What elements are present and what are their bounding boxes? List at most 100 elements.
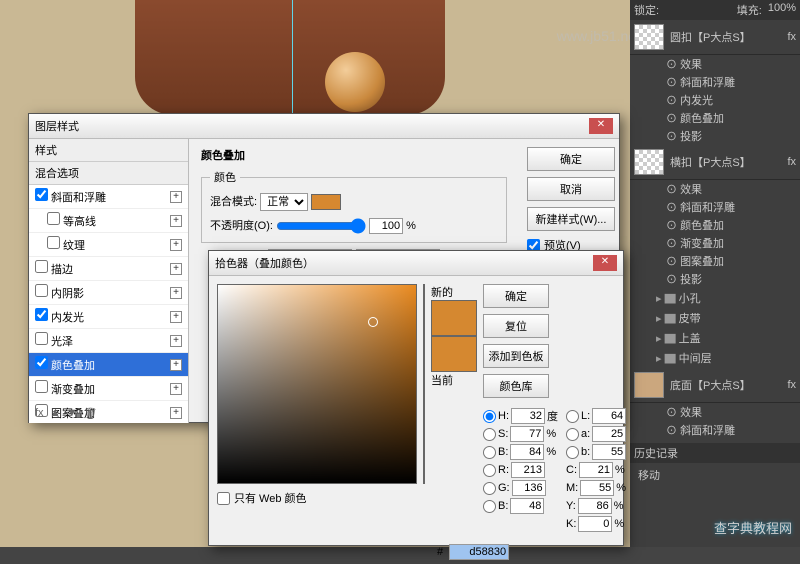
color-lib-button[interactable]: 颜色库 [483, 374, 549, 398]
h-input[interactable] [511, 408, 545, 424]
style-checkbox[interactable] [35, 380, 48, 393]
color-swatch[interactable] [311, 194, 341, 210]
b2-radio[interactable] [566, 446, 579, 459]
plus-icon[interactable]: + [170, 239, 182, 251]
blend-select[interactable]: 正常 [260, 193, 308, 211]
plus-icon[interactable]: + [170, 215, 182, 227]
list-header[interactable]: 混合选项 [29, 162, 188, 185]
fx-item[interactable]: 图案叠加 [630, 252, 800, 270]
plus-icon[interactable]: + [170, 335, 182, 347]
bb-input[interactable] [510, 498, 544, 514]
folder-row[interactable]: 皮带 [630, 308, 800, 328]
color-field[interactable] [217, 284, 417, 484]
hue-slider[interactable] [423, 284, 425, 484]
bb-radio[interactable] [483, 500, 496, 513]
l-radio[interactable] [566, 410, 579, 423]
plus-icon[interactable]: + [170, 407, 182, 419]
fx-item[interactable]: 渐变叠加 [630, 234, 800, 252]
r-input[interactable] [511, 462, 545, 478]
fx-icon[interactable]: fx [35, 407, 44, 420]
fx-item[interactable]: 效果 [630, 403, 800, 421]
opacity-slider[interactable] [276, 218, 366, 234]
style-checkbox[interactable] [35, 332, 48, 345]
a-radio[interactable] [566, 428, 579, 441]
r-radio[interactable] [483, 464, 496, 477]
style-checkbox[interactable] [35, 284, 48, 297]
fx-item[interactable]: 内发光 [630, 91, 800, 109]
style-checkbox[interactable] [35, 260, 48, 273]
plus-icon[interactable]: + [170, 287, 182, 299]
style-item[interactable]: 渐变叠加+ [29, 377, 188, 401]
style-checkbox[interactable] [47, 236, 60, 249]
down-icon[interactable]: ▼ [66, 407, 77, 420]
trash-icon[interactable]: 🗑 [83, 407, 97, 420]
style-checkbox[interactable] [47, 212, 60, 225]
dialog-titlebar[interactable]: 拾色器（叠加颜色） ✕ [209, 251, 623, 276]
fx-item[interactable]: 斜面和浮雕 [630, 73, 800, 91]
folder-row[interactable]: 中间层 [630, 348, 800, 368]
style-item[interactable]: 颜色叠加+ [29, 353, 188, 377]
dialog-titlebar[interactable]: 图层样式 ✕ [29, 114, 619, 139]
plus-icon[interactable]: + [170, 383, 182, 395]
b2-input[interactable] [592, 444, 626, 460]
current-color[interactable] [431, 336, 477, 372]
fx-item[interactable]: 颜色叠加 [630, 109, 800, 127]
fx-item[interactable]: 斜面和浮雕 [630, 421, 800, 439]
fx-item[interactable]: 投影 [630, 270, 800, 288]
fx-item[interactable]: 投影 [630, 127, 800, 145]
style-checkbox[interactable] [35, 188, 48, 201]
folder-row[interactable]: 小孔 [630, 288, 800, 308]
list-header[interactable]: 样式 [29, 139, 188, 162]
fx-item[interactable]: 斜面和浮雕 [630, 198, 800, 216]
layer-row[interactable]: 底面【P大点S】fx [630, 368, 800, 403]
opacity-input[interactable] [369, 218, 403, 234]
m-input[interactable] [580, 480, 614, 496]
fx-item[interactable]: 效果 [630, 180, 800, 198]
picker-reset-button[interactable]: 复位 [483, 314, 549, 338]
close-icon[interactable]: ✕ [593, 255, 617, 271]
hex-input[interactable] [449, 544, 509, 560]
cancel-button[interactable]: 取消 [527, 177, 615, 201]
l-input[interactable] [592, 408, 626, 424]
style-item[interactable]: 描边+ [29, 257, 188, 281]
g-radio[interactable] [483, 482, 496, 495]
fx-item[interactable]: 效果 [630, 55, 800, 73]
s-radio[interactable] [483, 428, 496, 441]
web-only-check[interactable]: 只有 Web 颜色 [217, 490, 417, 506]
g-input[interactable] [512, 480, 546, 496]
close-icon[interactable]: ✕ [589, 118, 613, 134]
b-radio[interactable] [483, 446, 496, 459]
style-item[interactable]: 等高线+ [29, 209, 188, 233]
new-color[interactable] [431, 300, 477, 336]
up-icon[interactable]: ▲ [50, 407, 61, 420]
layer-row[interactable]: 圆扣【P大点S】fx [630, 20, 800, 55]
h-radio[interactable] [483, 410, 496, 423]
plus-icon[interactable]: + [170, 311, 182, 323]
style-checkbox[interactable] [35, 308, 48, 321]
style-item[interactable]: 斜面和浮雕+ [29, 185, 188, 209]
folder-row[interactable]: 上盖 [630, 328, 800, 348]
a-input[interactable] [592, 426, 626, 442]
s-input[interactable] [510, 426, 544, 442]
layer-row[interactable]: 横扣【P大点S】fx [630, 145, 800, 180]
ok-button[interactable]: 确定 [527, 147, 615, 171]
new-style-button[interactable]: 新建样式(W)... [527, 207, 615, 231]
plus-icon[interactable]: + [170, 359, 182, 371]
b-input[interactable] [510, 444, 544, 460]
style-item[interactable]: 内阴影+ [29, 281, 188, 305]
plus-icon[interactable]: + [170, 191, 182, 203]
style-item[interactable]: 内发光+ [29, 305, 188, 329]
picker-ok-button[interactable]: 确定 [483, 284, 549, 308]
history-header[interactable]: 历史记录 [630, 443, 800, 463]
history-item[interactable]: 移动 [630, 463, 800, 487]
style-item[interactable]: 光泽+ [29, 329, 188, 353]
style-item[interactable]: 纹理+ [29, 233, 188, 257]
plus-icon[interactable]: + [170, 263, 182, 275]
c-input[interactable] [579, 462, 613, 478]
fx-item[interactable]: 颜色叠加 [630, 216, 800, 234]
k-input[interactable] [578, 516, 612, 532]
web-only-checkbox[interactable] [217, 492, 230, 505]
add-swatch-button[interactable]: 添加到色板 [483, 344, 549, 368]
y-input[interactable] [578, 498, 612, 514]
style-checkbox[interactable] [35, 356, 48, 369]
